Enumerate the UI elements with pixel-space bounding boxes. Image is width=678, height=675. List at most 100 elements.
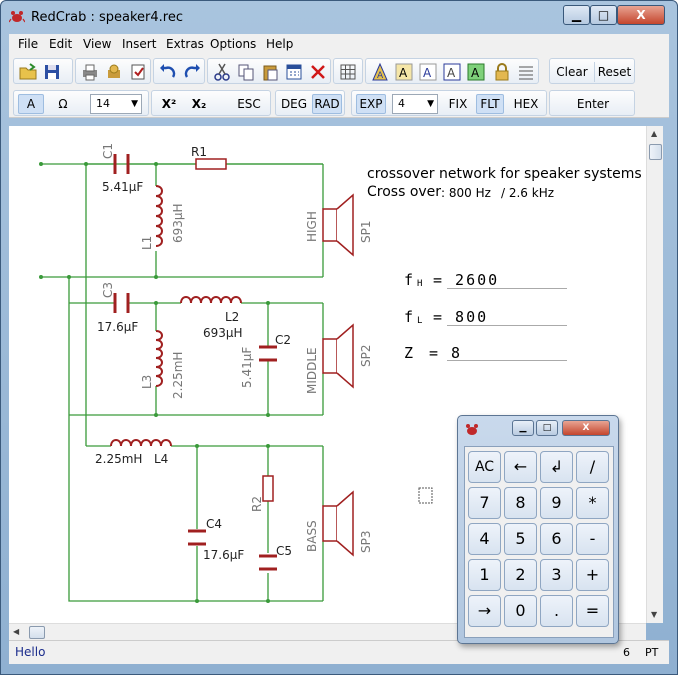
menu-bar: File Edit View Insert Extras Options Hel… (9, 34, 669, 54)
print-icon[interactable] (80, 62, 100, 82)
subscript-button[interactable]: X₂ (188, 94, 210, 114)
clear-button[interactable]: Clear (552, 62, 592, 82)
key-8[interactable]: 8 (504, 487, 537, 519)
vertical-scrollbar[interactable]: ▲ ▼ (646, 126, 663, 623)
key-0[interactable]: 0 (504, 595, 537, 627)
label-c3: C3 (101, 281, 115, 298)
scroll-up-icon[interactable]: ▲ (651, 129, 657, 138)
print-preview-icon[interactable] (104, 62, 124, 82)
value-l3: 2.25mH (171, 351, 185, 399)
symbol-button[interactable]: Ω (52, 94, 74, 114)
exp-button[interactable]: EXP (356, 94, 386, 114)
redo-icon[interactable] (182, 62, 202, 82)
scroll-down-icon[interactable]: ▼ (651, 610, 657, 619)
key-3[interactable]: 3 (540, 559, 573, 591)
key-6[interactable]: 6 (540, 523, 573, 555)
label-l3: L3 (140, 374, 154, 389)
key-return[interactable]: ↲ (540, 451, 573, 483)
svg-text:A: A (471, 66, 480, 80)
esc-button[interactable]: ESC (232, 94, 266, 114)
grid-icon[interactable] (338, 62, 358, 82)
label-middle: MIDDLE (305, 347, 319, 394)
label-sp1: SP1 (359, 220, 373, 244)
page-setup-icon[interactable] (128, 62, 148, 82)
enter-button[interactable]: Enter (552, 94, 634, 114)
scroll-left-icon[interactable]: ◀ (13, 627, 19, 636)
keypad-minimize-button[interactable]: ▁ (512, 420, 534, 436)
font-color-icon[interactable]: A (370, 62, 390, 82)
key-5[interactable]: 5 (504, 523, 537, 555)
save-icon[interactable] (42, 62, 62, 82)
status-font-size: 6 (623, 646, 630, 659)
menu-edit[interactable]: Edit (49, 37, 72, 51)
keypad-maximize-button[interactable]: □ (536, 420, 558, 436)
minimize-button[interactable]: ▁ (563, 5, 590, 25)
key-decimal[interactable]: . (540, 595, 573, 627)
undo-group (153, 58, 205, 84)
copy-icon[interactable] (236, 62, 256, 82)
font-a-outline-icon[interactable]: A (418, 62, 438, 82)
menu-file[interactable]: File (18, 37, 38, 51)
key-1[interactable]: 1 (468, 559, 501, 591)
cut-icon[interactable] (212, 62, 232, 82)
paste-icon[interactable] (260, 62, 280, 82)
digits-select[interactable]: 4 ▼ (392, 94, 438, 114)
fix-button[interactable]: FIX (446, 94, 470, 114)
font-a-green-icon[interactable]: A (466, 62, 486, 82)
edit-group (207, 58, 331, 84)
close-button[interactable]: X (617, 5, 665, 25)
flt-button[interactable]: FLT (476, 94, 504, 114)
key-equals[interactable]: = (576, 595, 609, 627)
app-window: RedCrab : speaker4.rec ▁ □ X File Edit V… (0, 0, 678, 675)
open-folder-icon[interactable] (18, 62, 38, 82)
formula-fh-underline (447, 288, 567, 289)
vertical-scroll-thumb[interactable] (649, 144, 662, 160)
title-bar[interactable]: RedCrab : speaker4.rec ▁ □ X (1, 1, 677, 33)
label-r1: R1 (191, 145, 207, 159)
font-size-select[interactable]: 14 ▼ (90, 94, 142, 114)
key-backspace[interactable]: ← (504, 451, 537, 483)
keypad-window[interactable]: ▁ □ X AC ← ↲ / 7 8 9 * 4 5 6 - 1 2 3 + →… (457, 415, 619, 644)
lines-icon[interactable] (516, 62, 536, 82)
undo-icon[interactable] (158, 62, 178, 82)
lock-icon[interactable] (492, 62, 512, 82)
key-minus[interactable]: - (576, 523, 609, 555)
key-4[interactable]: 4 (468, 523, 501, 555)
formula-fh-value[interactable]: = 2600 (433, 271, 499, 289)
font-a-icon[interactable]: A (394, 62, 414, 82)
menu-insert[interactable]: Insert (122, 37, 156, 51)
key-2[interactable]: 2 (504, 559, 537, 591)
key-divide[interactable]: / (576, 451, 609, 483)
text-mode-button[interactable]: A (18, 94, 44, 114)
number-format-group: EXP 4 ▼ FIX FLT HEX (351, 90, 547, 116)
calculator-icon[interactable] (284, 62, 304, 82)
delete-icon[interactable] (308, 62, 328, 82)
menu-view[interactable]: View (83, 37, 111, 51)
key-9[interactable]: 9 (540, 487, 573, 519)
label-bass: BASS (305, 520, 319, 552)
print-group (75, 58, 151, 84)
font-a-frame-icon[interactable]: A (442, 62, 462, 82)
hex-button[interactable]: HEX (510, 94, 542, 114)
menu-extras[interactable]: Extras (166, 37, 204, 51)
key-multiply[interactable]: * (576, 487, 609, 519)
superscript-button[interactable]: X² (158, 94, 180, 114)
key-7[interactable]: 7 (468, 487, 501, 519)
deg-button[interactable]: DEG (280, 94, 308, 114)
label-r2: R2 (250, 496, 264, 512)
formula-fl-value[interactable]: = 800 (433, 308, 488, 326)
label-c4: C4 (206, 517, 223, 531)
svg-text:A: A (447, 66, 456, 80)
key-plus[interactable]: + (576, 559, 609, 591)
status-message: Hello (15, 645, 46, 659)
keypad-close-button[interactable]: X (562, 420, 610, 436)
rad-button[interactable]: RAD (312, 94, 342, 114)
angle-group: DEG RAD (275, 90, 345, 116)
key-ac[interactable]: AC (468, 451, 501, 483)
maximize-button[interactable]: □ (590, 5, 617, 25)
menu-options[interactable]: Options (210, 37, 256, 51)
reset-button[interactable]: Reset (594, 62, 634, 82)
menu-help[interactable]: Help (266, 37, 293, 51)
key-right-arrow[interactable]: → (468, 595, 501, 627)
horizontal-scroll-thumb[interactable] (29, 626, 45, 639)
